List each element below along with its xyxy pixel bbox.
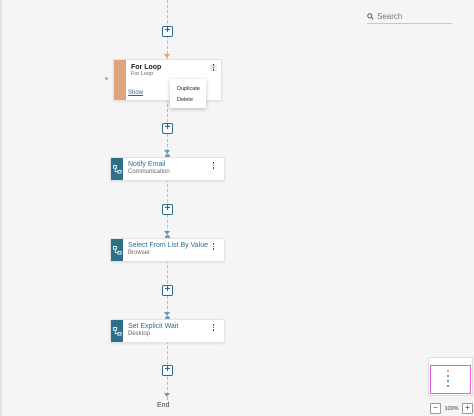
search-input[interactable] bbox=[377, 11, 447, 21]
add-step-button[interactable]: + bbox=[162, 123, 173, 134]
menu-item-delete[interactable]: Delete bbox=[170, 95, 206, 106]
step-card-notify-email[interactable]: Notify Email Communication bbox=[110, 157, 225, 181]
step-title: Notify Email bbox=[128, 161, 166, 168]
zoom-controls: − 100% + bbox=[430, 403, 473, 414]
loop-title: For Loop bbox=[131, 64, 162, 71]
context-menu: Duplicate Delete bbox=[170, 79, 206, 108]
step-title: Set Explicit Wait bbox=[128, 323, 179, 330]
connector-arrow bbox=[164, 393, 170, 397]
workflow-icon bbox=[111, 239, 123, 261]
search-box[interactable] bbox=[367, 9, 452, 24]
show-link[interactable]: Show bbox=[128, 90, 143, 96]
add-step-button[interactable]: + bbox=[162, 26, 173, 37]
minimap[interactable] bbox=[428, 357, 473, 396]
kebab-menu-icon[interactable] bbox=[212, 162, 215, 170]
workflow-icon bbox=[111, 158, 123, 180]
step-subtitle: Communication bbox=[128, 169, 170, 175]
kebab-menu-icon[interactable] bbox=[212, 324, 215, 332]
workflow-canvas[interactable]: + + + + + For Loop For Loop Show Duplica… bbox=[0, 0, 474, 416]
workflow-icon bbox=[111, 320, 123, 342]
kebab-menu-icon[interactable] bbox=[212, 243, 215, 251]
loop-subtitle: For Loop bbox=[131, 71, 154, 77]
search-icon bbox=[367, 12, 374, 20]
minimap-node bbox=[447, 370, 449, 372]
step-card-set-explicit-wait[interactable]: Set Explicit Wait Desktop bbox=[110, 319, 225, 343]
add-step-button[interactable]: + bbox=[162, 285, 173, 296]
zoom-out-button[interactable]: − bbox=[430, 403, 441, 414]
step-title: Select From List By Value bbox=[128, 242, 209, 249]
step-subtitle: Browser bbox=[128, 250, 151, 256]
minimap-node bbox=[447, 385, 449, 387]
kebab-menu-icon[interactable] bbox=[210, 64, 217, 71]
loop-color-bar bbox=[114, 60, 126, 100]
end-node: End bbox=[157, 402, 170, 409]
minimap-node bbox=[447, 380, 449, 382]
drag-handle[interactable] bbox=[105, 77, 108, 80]
add-step-button[interactable]: + bbox=[162, 204, 173, 215]
step-card-select-from-list[interactable]: Select From List By Value Browser bbox=[110, 238, 225, 262]
zoom-in-button[interactable]: + bbox=[462, 403, 473, 414]
add-step-button[interactable]: + bbox=[162, 365, 173, 376]
menu-item-duplicate[interactable]: Duplicate bbox=[170, 84, 206, 95]
step-subtitle: Desktop bbox=[128, 331, 151, 337]
zoom-level: 100% bbox=[444, 405, 459, 412]
connector-arrow bbox=[164, 54, 170, 58]
minimap-node bbox=[447, 375, 449, 377]
minimap-viewport[interactable] bbox=[430, 365, 471, 394]
